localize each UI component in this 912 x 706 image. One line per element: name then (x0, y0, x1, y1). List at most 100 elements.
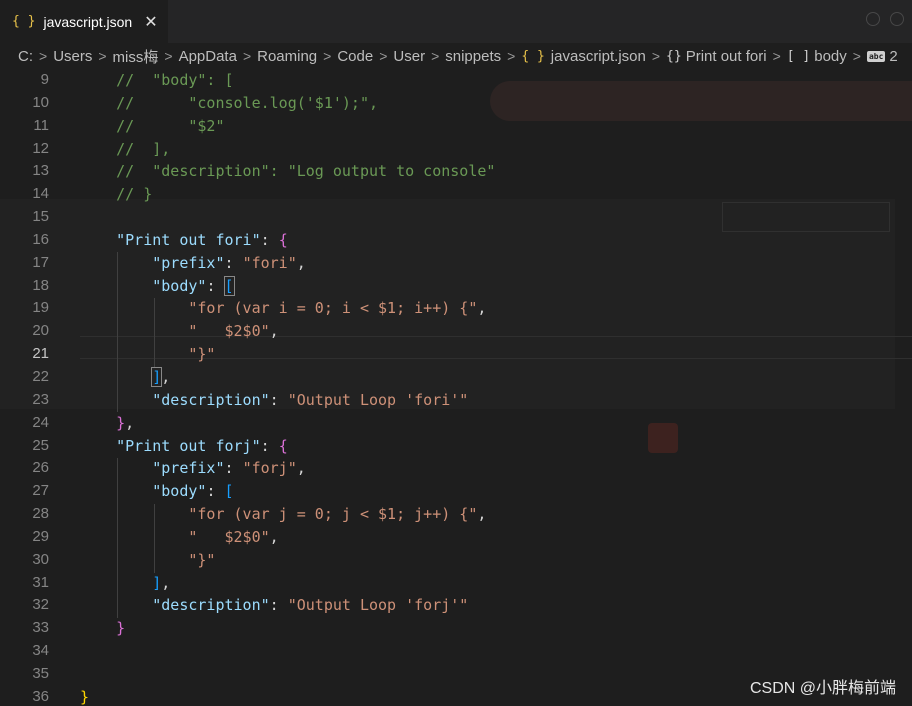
line-number: 29 (32, 527, 49, 545)
line-number: 21 (32, 345, 49, 363)
chevron-right-icon: > (39, 48, 48, 64)
code-line[interactable]: 22 ], (0, 366, 912, 389)
code-text: "for (var j = 0; j < $1; j++) {", (80, 503, 486, 526)
code-line[interactable]: 21 "}" (0, 343, 912, 366)
breadcrumb-item-roaming[interactable]: Roaming (257, 48, 317, 65)
tab-javascript-json[interactable]: { } javascript.json ✕ (0, 0, 168, 43)
code-token: , (269, 527, 279, 546)
breadcrumb-item-array[interactable]: body (814, 48, 847, 65)
code-line[interactable]: 28 "for (var j = 0; j < $1; j++) {", (0, 503, 912, 526)
code-line[interactable]: 10 // "console.log('$1');", (0, 92, 912, 115)
code-text: "}" (80, 343, 215, 366)
code-token: : (206, 276, 225, 295)
code-line[interactable]: 29 " $2$0", (0, 526, 912, 549)
code-line[interactable]: 19 "for (var i = 0; i < $1; i++) {", (0, 297, 912, 320)
code-line[interactable]: 9 // "body": [ (0, 69, 912, 92)
breadcrumb-item-drive[interactable]: C: (18, 48, 33, 65)
code-line[interactable]: 18 "body": [ (0, 275, 912, 298)
line-number: 11 (33, 116, 49, 134)
code-token: , (161, 573, 171, 592)
code-line[interactable]: 33 } (0, 617, 912, 640)
code-token: : (260, 436, 279, 455)
code-token: // "console.log('$1');", (116, 93, 379, 112)
chevron-right-icon: > (379, 48, 388, 64)
code-line[interactable]: 17 "prefix": "fori", (0, 252, 912, 275)
breadcrumb-item-string[interactable]: 2 (889, 48, 897, 65)
breadcrumb-item-appdata[interactable]: AppData (179, 48, 237, 65)
chevron-right-icon: > (323, 48, 332, 64)
code-text: // "console.log('$1');", (80, 92, 378, 115)
line-number: 17 (32, 253, 49, 271)
breadcrumb-item-snippets[interactable]: snippets (445, 48, 501, 65)
code-line[interactable]: 20 " $2$0", (0, 320, 912, 343)
chevron-right-icon: > (431, 48, 440, 64)
code-line[interactable]: 23 "description": "Output Loop 'fori'" (0, 389, 912, 412)
code-token: , (296, 459, 306, 478)
code-line[interactable]: 15 (0, 206, 912, 229)
code-line[interactable]: 27 "body": [ (0, 480, 912, 503)
code-token: "forj" (242, 459, 297, 478)
code-line[interactable]: 32 "description": "Output Loop 'forj'" (0, 594, 912, 617)
code-line[interactable]: 31 ], (0, 572, 912, 595)
line-number: 28 (32, 505, 49, 523)
chevron-right-icon: > (98, 48, 107, 64)
code-token: { (278, 436, 288, 455)
code-token: [ (224, 482, 234, 501)
line-number: 34 (32, 642, 49, 660)
code-line[interactable]: 12 // ], (0, 138, 912, 161)
json-file-icon: { } (521, 48, 545, 64)
code-line[interactable]: 16 "Print out fori": { (0, 229, 912, 252)
close-icon[interactable]: ✕ (144, 12, 157, 31)
line-number: 23 (32, 390, 49, 408)
code-line[interactable]: 25 "Print out forj": { (0, 435, 912, 458)
code-text: }, (80, 412, 134, 435)
code-lines: 9 // "body": [10 // "console.log('$1');"… (0, 69, 912, 706)
code-token: "body" (152, 276, 207, 295)
line-number: 20 (32, 322, 49, 340)
line-number: 9 (40, 71, 49, 88)
breadcrumb-item-code[interactable]: Code (337, 48, 373, 65)
code-text: "prefix": "forj", (80, 457, 306, 480)
code-text: "body": [ (80, 480, 234, 503)
more-icon[interactable] (890, 12, 904, 26)
code-line[interactable]: 11 // "$2" (0, 115, 912, 138)
search-icon[interactable] (866, 12, 880, 26)
code-token: "for (var i = 0; i < $1; i++) {" (188, 299, 478, 318)
breadcrumb-item-object[interactable]: Print out fori (686, 48, 767, 65)
breadcrumb-item-user[interactable]: User (393, 48, 425, 65)
code-text: "Print out forj": { (80, 435, 288, 458)
line-number: 31 (32, 573, 49, 591)
code-text: ], (80, 366, 170, 389)
code-text: ], (80, 572, 170, 595)
code-token: : (269, 390, 288, 409)
breadcrumb-item-user-folder[interactable]: miss梅 (113, 46, 159, 67)
code-line[interactable]: 34 (0, 640, 912, 663)
line-number: 15 (32, 208, 49, 226)
code-line[interactable]: 26 "prefix": "forj", (0, 457, 912, 480)
code-line[interactable]: 24 }, (0, 412, 912, 435)
code-line[interactable]: 14 // } (0, 183, 912, 206)
code-line[interactable]: 30 "}" (0, 549, 912, 572)
line-number: 30 (32, 550, 49, 568)
code-token: // "description": "Log output to console… (116, 162, 496, 181)
line-number: 16 (32, 230, 49, 248)
breadcrumb-item-users[interactable]: Users (53, 48, 92, 65)
breadcrumb-item-file[interactable]: javascript.json (551, 48, 646, 65)
code-line[interactable]: 13 // "description": "Log output to cons… (0, 160, 912, 183)
code-token: // ], (116, 139, 171, 158)
code-editor[interactable]: 9 // "body": [10 // "console.log('$1');"… (0, 69, 912, 706)
code-token: "for (var j = 0; j < $1; j++) {" (188, 505, 478, 524)
code-token: , (296, 253, 306, 272)
code-token: : (224, 253, 243, 272)
editor-actions (866, 12, 904, 26)
